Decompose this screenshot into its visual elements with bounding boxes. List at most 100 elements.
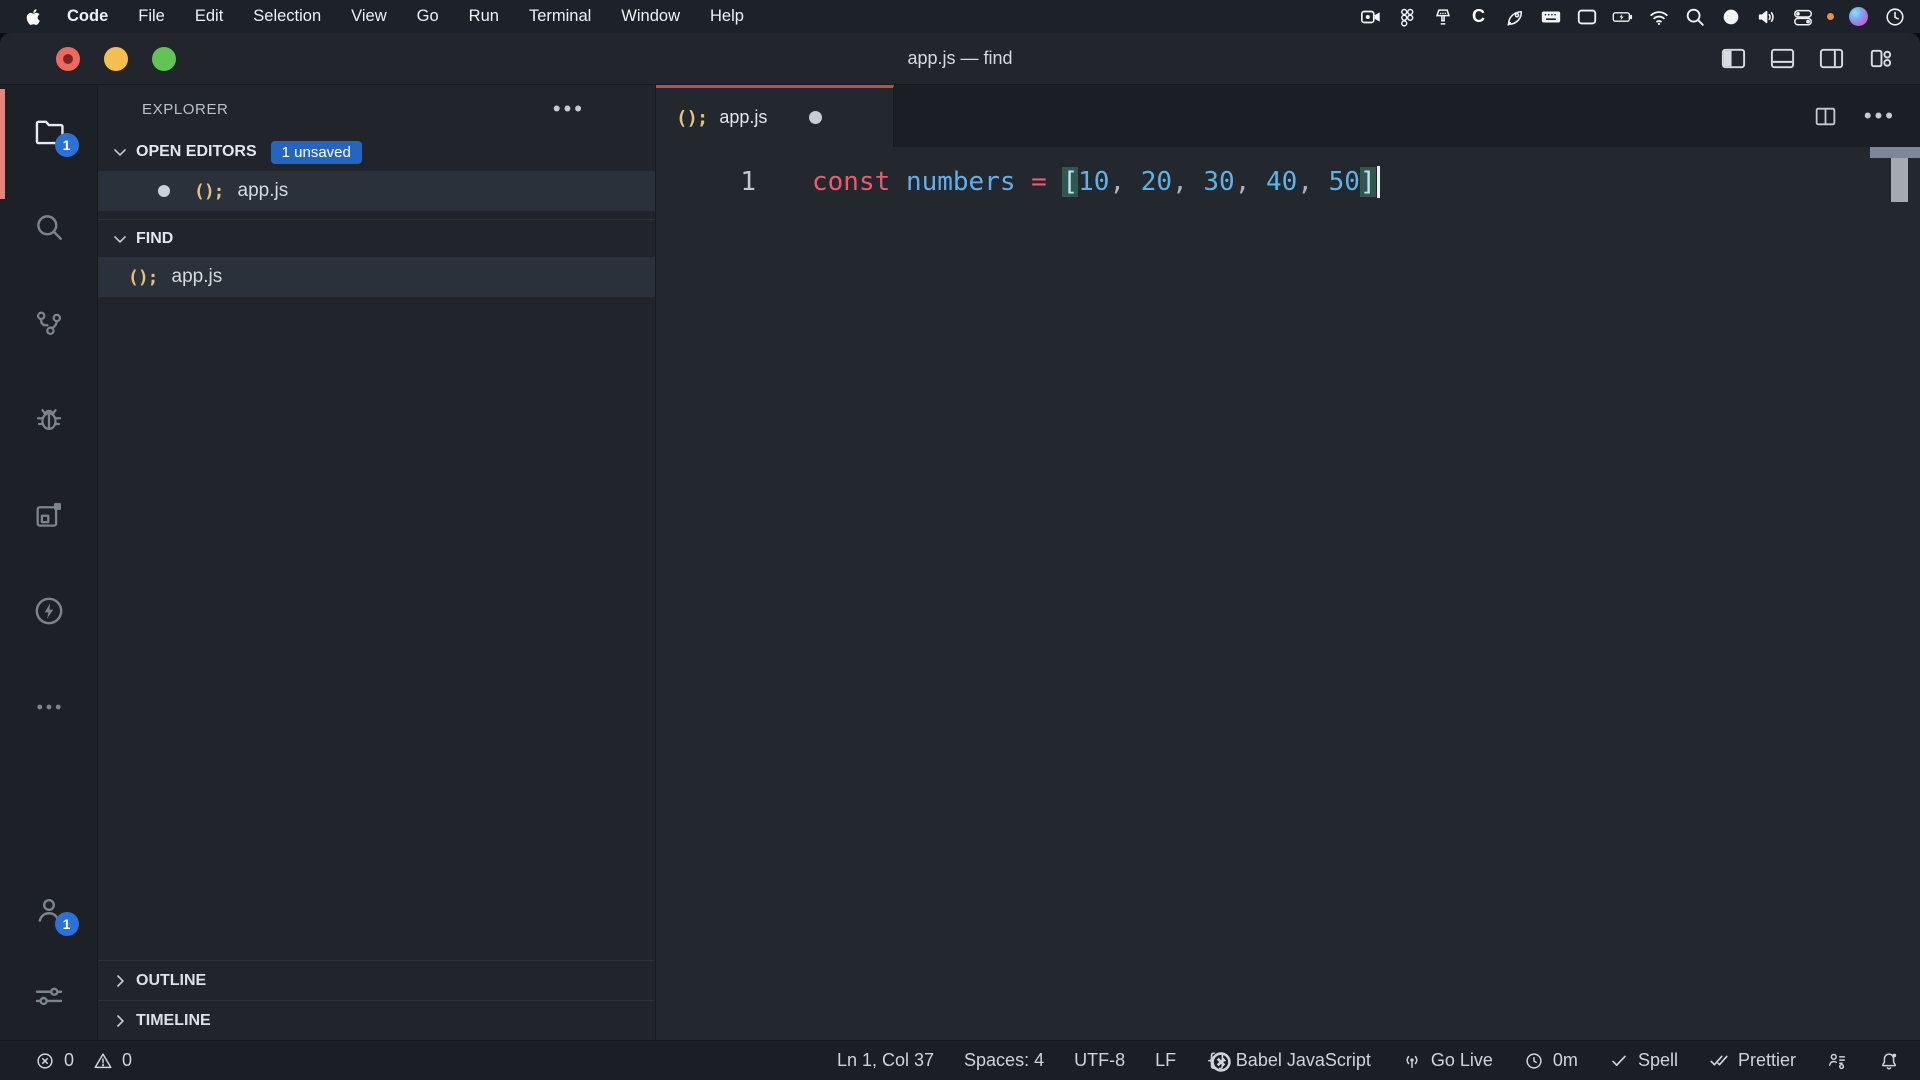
explorer-more-icon[interactable]: •••: [553, 104, 585, 114]
close-button[interactable]: [56, 47, 80, 71]
encoding[interactable]: UTF-8: [1074, 1050, 1125, 1071]
extensions-icon[interactable]: [21, 487, 77, 543]
circle-icon[interactable]: [1719, 5, 1742, 28]
settings-sliders-icon[interactable]: [21, 968, 77, 1024]
timeline-section-header[interactable]: TIMELINE: [98, 1000, 655, 1040]
toggles-icon[interactable]: [1791, 5, 1814, 28]
menu-help[interactable]: Help: [695, 7, 759, 26]
source-control-icon[interactable]: [21, 295, 77, 351]
token-close-bracket: ]: [1360, 167, 1376, 197]
menu-edit[interactable]: Edit: [180, 7, 238, 26]
js-file-icon: ();: [676, 107, 707, 129]
figma-icon[interactable]: [1395, 5, 1418, 28]
more-icon[interactable]: [21, 679, 77, 735]
spell-checker[interactable]: Spell: [1608, 1050, 1678, 1072]
editor-content[interactable]: 1 const numbers = [10, 20, 30, 40, 50]: [656, 147, 1920, 1040]
timer[interactable]: 0m: [1523, 1050, 1578, 1072]
debug-icon[interactable]: [21, 391, 77, 447]
find-section-header[interactable]: FIND: [98, 219, 655, 257]
editor-more-icon[interactable]: •••: [1864, 111, 1896, 121]
layout-customize-icon[interactable]: [1867, 45, 1894, 72]
menu-selection[interactable]: Selection: [238, 7, 336, 26]
apple-menu-icon[interactable]: [24, 7, 44, 27]
panel-right-icon[interactable]: [1818, 45, 1845, 72]
sidebar-header: EXPLORER •••: [98, 85, 655, 133]
language-label: Babel JavaScript: [1236, 1050, 1371, 1071]
rocket-icon[interactable]: [1503, 5, 1526, 28]
tab-bar: (); app.js •••: [656, 85, 1920, 147]
minimap[interactable]: [1870, 147, 1920, 237]
activity-bar-bottom: 1: [21, 882, 77, 1030]
cursor-position[interactable]: Ln 1, Col 37: [837, 1050, 934, 1071]
problems-warnings[interactable]: 0: [92, 1050, 132, 1072]
chevron-down-icon: [110, 142, 130, 162]
language-mode[interactable]: {} Babel JavaScript: [1206, 1050, 1371, 1071]
double-check-icon: [1708, 1050, 1730, 1072]
token-comma: ,: [1109, 167, 1140, 197]
token-50: 50: [1329, 167, 1360, 197]
braces-icon: {}: [1206, 1050, 1228, 1071]
chevron-right-icon: [110, 971, 130, 991]
keyboard-icon[interactable]: [1539, 5, 1562, 28]
menu-window[interactable]: Window: [606, 7, 695, 26]
token-equals: =: [1031, 167, 1047, 197]
split-editor-icon[interactable]: [1813, 104, 1838, 129]
window-title: app.js — find: [0, 48, 1920, 69]
menu-bar-status-icons: C: [1359, 5, 1906, 28]
feedback[interactable]: [1826, 1050, 1848, 1072]
prettier[interactable]: Prettier: [1708, 1050, 1796, 1072]
video-camera-icon[interactable]: [1359, 5, 1382, 28]
timeline-label: TIMELINE: [136, 1012, 211, 1030]
window-icon[interactable]: [1575, 5, 1598, 28]
tab-modified-dot-icon[interactable]: [809, 111, 822, 124]
text-cursor: [1377, 166, 1380, 198]
code-line-1: 1 const numbers = [10, 20, 30, 40, 50]: [656, 161, 1920, 203]
panel-bottom-icon[interactable]: [1769, 45, 1796, 72]
menu-view[interactable]: View: [336, 7, 401, 26]
code-text: const numbers = [10, 20, 30, 40, 50]: [812, 166, 1380, 198]
siri-icon[interactable]: [1847, 5, 1870, 28]
indentation[interactable]: Spaces: 4: [964, 1050, 1044, 1071]
menu-run[interactable]: Run: [454, 7, 514, 26]
window-controls: [0, 47, 176, 71]
outline-section-header[interactable]: OUTLINE: [98, 960, 655, 1000]
volume-icon[interactable]: [1755, 5, 1778, 28]
spotlight-search-icon[interactable]: [1683, 5, 1706, 28]
problems-errors[interactable]: 0: [34, 1050, 74, 1072]
file-item-appjs[interactable]: (); app.js: [98, 257, 655, 297]
vscode-window: app.js — find 1: [0, 33, 1920, 1080]
open-editor-item-appjs[interactable]: (); app.js: [98, 171, 655, 211]
panel-left-icon[interactable]: [1720, 45, 1747, 72]
notifications[interactable]: [1878, 1050, 1900, 1072]
error-icon: [34, 1050, 56, 1072]
spell-label: Spell: [1638, 1050, 1678, 1071]
menu-go[interactable]: Go: [402, 7, 454, 26]
zoom-button[interactable]: [152, 47, 176, 71]
modified-dot-icon[interactable]: [158, 185, 170, 197]
explorer-icon[interactable]: 1: [21, 103, 77, 159]
status-left: 0 0: [34, 1050, 132, 1072]
eol-sequence[interactable]: LF: [1155, 1050, 1176, 1071]
open-editors-header[interactable]: OPEN EDITORS 1 unsaved: [98, 133, 655, 171]
title-bar[interactable]: app.js — find: [0, 33, 1920, 85]
editor-actions: •••: [1813, 85, 1920, 147]
go-live[interactable]: Go Live: [1401, 1050, 1493, 1072]
minimap-code-line: [1870, 147, 1920, 158]
search-icon[interactable]: [21, 199, 77, 255]
menu-code[interactable]: Code: [52, 7, 123, 26]
thunder-icon[interactable]: [21, 583, 77, 639]
menu-bar: Code File Edit Selection View Go Run Ter…: [0, 0, 1920, 33]
clock-icon[interactable]: [1883, 5, 1906, 28]
battery-charging-icon[interactable]: [1611, 5, 1634, 28]
minimap-slider[interactable]: [1891, 158, 1908, 202]
error-count: 0: [64, 1050, 74, 1071]
menu-file[interactable]: File: [123, 7, 180, 26]
menu-terminal[interactable]: Terminal: [514, 7, 606, 26]
explorer-badge: 1: [55, 133, 79, 157]
tab-appjs[interactable]: (); app.js: [656, 85, 894, 147]
c-logo-icon[interactable]: C: [1467, 5, 1490, 28]
wifi-icon[interactable]: [1647, 5, 1670, 28]
minimize-button[interactable]: [104, 47, 128, 71]
account-icon[interactable]: 1: [21, 882, 77, 938]
spray-icon[interactable]: [1431, 5, 1454, 28]
